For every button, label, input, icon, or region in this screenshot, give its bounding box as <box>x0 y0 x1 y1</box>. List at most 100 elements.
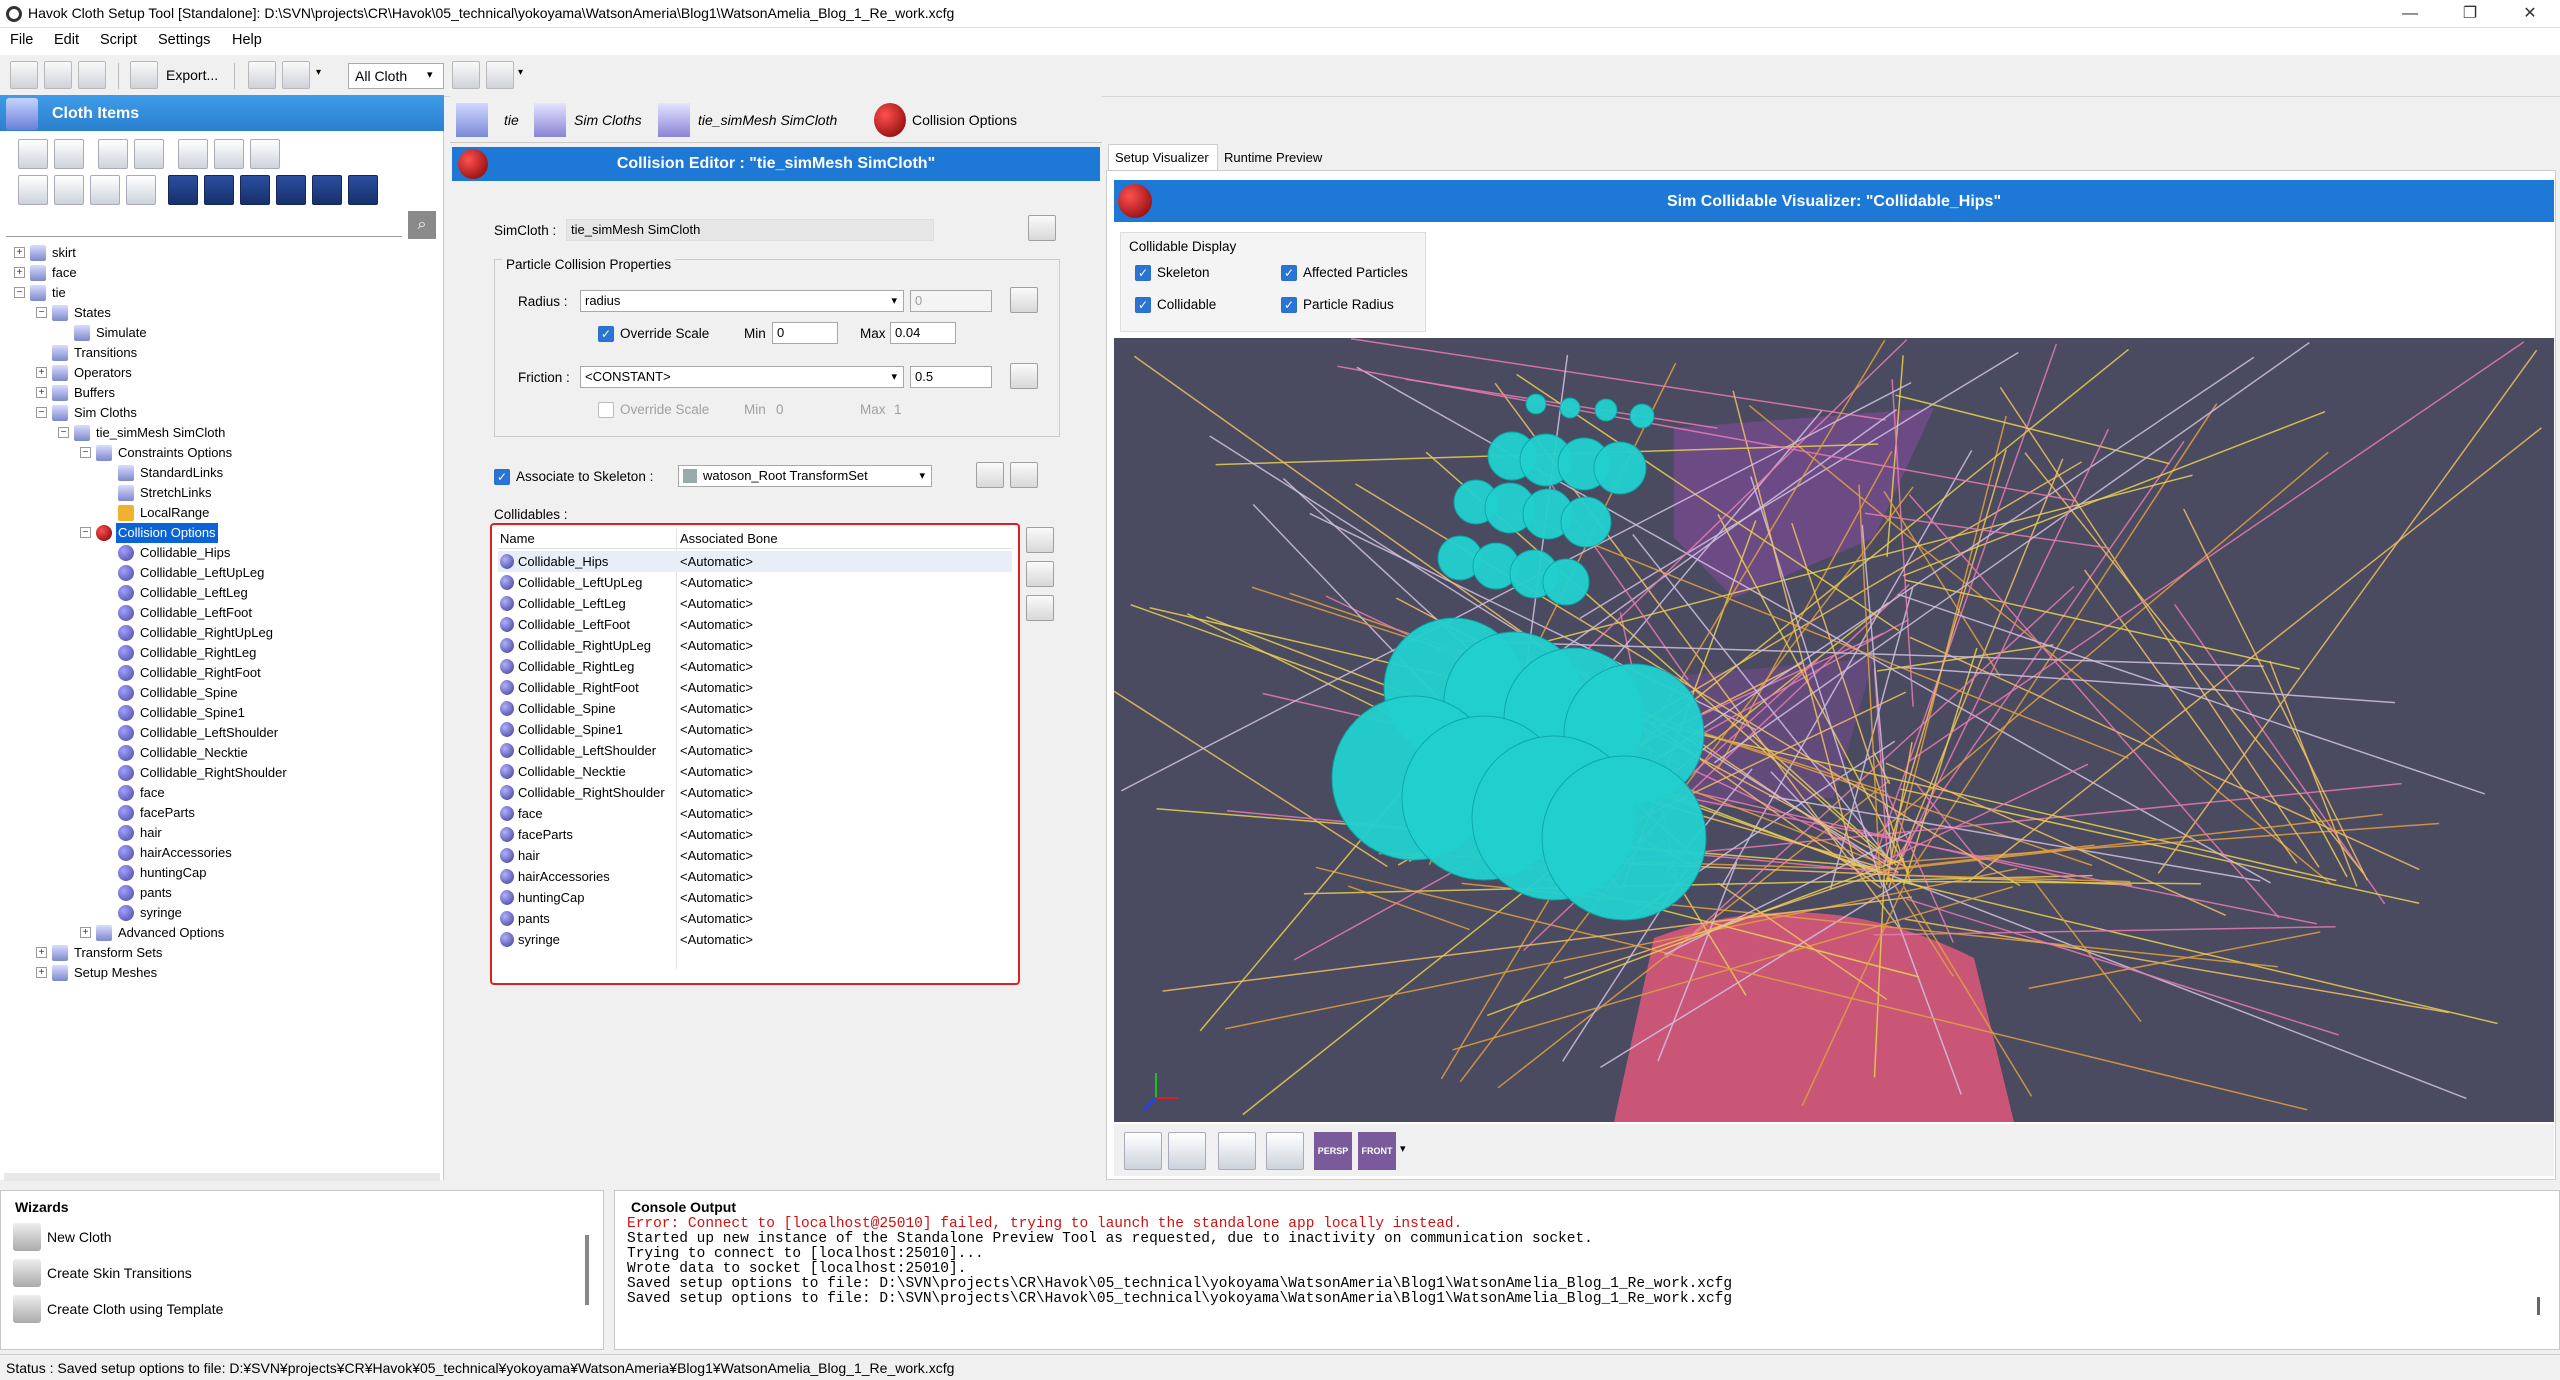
associate-skeleton-checkbox[interactable]: ✓ <box>494 469 510 485</box>
tree-expander-icon[interactable]: − <box>80 447 91 458</box>
folder-icon[interactable] <box>44 61 72 89</box>
open-icon[interactable] <box>10 61 38 89</box>
view-eye-icon[interactable] <box>276 175 306 205</box>
view-eye-icon[interactable] <box>348 175 378 205</box>
collidable-row[interactable]: Collidable_LeftFoot <Automatic> <box>498 614 1012 635</box>
tree-scrollbar[interactable] <box>4 1173 440 1181</box>
list-icon[interactable] <box>126 175 156 205</box>
wizard-new-cloth[interactable]: New Cloth <box>47 1229 112 1245</box>
delete-icon[interactable] <box>250 139 280 169</box>
export-icon[interactable] <box>130 61 158 89</box>
friction-select[interactable]: <CONSTANT> ▾ <box>580 366 904 388</box>
menu-script[interactable]: Script <box>100 32 137 48</box>
close-button[interactable]: ✕ <box>2500 2 2560 26</box>
skeleton-checkbox[interactable]: ✓ <box>1135 265 1151 281</box>
monitor-icon[interactable] <box>486 61 514 89</box>
collidable-row[interactable]: Collidable_Spine1 <Automatic> <box>498 719 1012 740</box>
edit-collidable-icon[interactable] <box>1026 561 1054 587</box>
minimize-button[interactable]: — <box>2380 2 2440 26</box>
collidable-row[interactable]: Collidable_RightLeg <Automatic> <box>498 656 1012 677</box>
column-bone-header[interactable]: Associated Bone <box>680 531 778 546</box>
tree-expander-icon[interactable]: + <box>36 967 47 978</box>
tab-runtime-preview[interactable]: Runtime Preview <box>1224 150 1322 165</box>
cloth-view-icon[interactable] <box>1218 1132 1256 1170</box>
collidable-row[interactable]: face <Automatic> <box>498 803 1012 824</box>
column-name-header[interactable]: Name <box>500 531 535 546</box>
override-scale-checkbox[interactable]: ✓ <box>598 326 614 342</box>
menu-settings[interactable]: Settings <box>158 32 210 48</box>
collidable-row[interactable]: Collidable_Spine <Automatic> <box>498 698 1012 719</box>
save-icon[interactable] <box>78 61 106 89</box>
collidable-row[interactable]: hair <Automatic> <box>498 845 1012 866</box>
collidable-row[interactable]: syringe <Automatic> <box>498 929 1012 950</box>
redo-icon[interactable] <box>54 139 84 169</box>
radius-settings-icon[interactable] <box>1010 287 1038 313</box>
persp-button[interactable]: PERSP <box>1314 1132 1352 1170</box>
reset-view-icon[interactable] <box>1124 1132 1162 1170</box>
collidable-checkbox[interactable]: ✓ <box>1135 297 1151 313</box>
collidable-row[interactable]: Collidable_RightUpLeg <Automatic> <box>498 635 1012 656</box>
max-input[interactable]: 0.04 <box>890 322 956 344</box>
friction-settings-icon[interactable] <box>1010 363 1038 389</box>
wizards-scrollbar[interactable] <box>585 1235 589 1305</box>
collidable-row[interactable]: Collidable_RightShoulder <Automatic> <box>498 782 1012 803</box>
tree-expander-icon[interactable]: − <box>36 407 47 418</box>
search-icon[interactable]: ⌕ <box>408 211 436 239</box>
cloth-icon[interactable] <box>18 175 48 205</box>
breadcrumb-sim-cloths[interactable]: Sim Cloths <box>574 112 642 128</box>
tree-search-input[interactable] <box>6 213 402 237</box>
wizard-create-skin-transitions[interactable]: Create Skin Transitions <box>47 1265 192 1281</box>
edit-multi-icon[interactable] <box>282 61 310 89</box>
gear-icon[interactable] <box>98 139 128 169</box>
tree-expander-icon[interactable]: + <box>36 387 47 398</box>
new-item-icon[interactable] <box>134 139 164 169</box>
tree-expander-icon[interactable]: − <box>36 307 47 318</box>
view-eye-icon[interactable] <box>168 175 198 205</box>
collidable-row[interactable]: Collidable_LeftUpLeg <Automatic> <box>498 572 1012 593</box>
front-button[interactable]: FRONT <box>1358 1132 1396 1170</box>
maximize-button[interactable]: ❐ <box>2440 2 2500 26</box>
breadcrumb-tie[interactable]: tie <box>504 112 519 128</box>
edit-icon[interactable] <box>248 61 276 89</box>
tree-expander-icon[interactable]: + <box>36 947 47 958</box>
chevron-down-icon[interactable]: ▾ <box>518 67 523 78</box>
undo-icon[interactable] <box>18 139 48 169</box>
collidable-row[interactable]: Collidable_LeftShoulder <Automatic> <box>498 740 1012 761</box>
select-simcloth-icon[interactable] <box>1028 215 1056 241</box>
view-eye-icon[interactable] <box>312 175 342 205</box>
particle-radius-checkbox[interactable]: ✓ <box>1281 297 1297 313</box>
3d-viewport[interactable] <box>1114 338 2554 1122</box>
skeleton-select[interactable]: watoson_Root TransformSet ▾ <box>678 465 932 487</box>
tree-expander-icon[interactable]: + <box>14 267 25 278</box>
collidable-row[interactable]: Collidable_Hips <Automatic> <box>498 551 1012 572</box>
view-eye-icon[interactable] <box>204 175 234 205</box>
menu-edit[interactable]: Edit <box>54 32 79 48</box>
warning-icon[interactable] <box>452 61 480 89</box>
collidable-row[interactable]: huntingCap <Automatic> <box>498 887 1012 908</box>
down-arrow-icon[interactable] <box>1168 1132 1206 1170</box>
view-eye-icon[interactable] <box>240 175 270 205</box>
tree-expander-icon[interactable]: − <box>80 527 91 538</box>
breadcrumb-simcloth[interactable]: tie_simMesh SimCloth <box>698 112 837 128</box>
tree-expander-icon[interactable]: + <box>80 927 91 938</box>
collidable-row[interactable]: Collidable_RightFoot <Automatic> <box>498 677 1012 698</box>
friction-number-input[interactable]: 0.5 <box>910 366 992 388</box>
tree-expander-icon[interactable]: + <box>36 367 47 378</box>
cloth-filter-select[interactable]: All Cloth ▾ <box>348 63 444 89</box>
override-scale-2-checkbox[interactable] <box>598 402 614 418</box>
tree-expander-icon[interactable]: − <box>14 287 25 298</box>
edit-skeleton-icon[interactable] <box>1010 462 1038 488</box>
affected-particles-checkbox[interactable]: ✓ <box>1281 265 1297 281</box>
operator-icon[interactable] <box>54 175 84 205</box>
buffer-icon[interactable] <box>90 175 120 205</box>
chevron-down-icon[interactable]: ▾ <box>316 67 321 78</box>
collidable-row[interactable]: Collidable_LeftLeg <Automatic> <box>498 593 1012 614</box>
collidable-row[interactable]: pants <Automatic> <box>498 908 1012 929</box>
chevron-down-icon[interactable]: ▾ <box>1400 1142 1406 1155</box>
radius-select[interactable]: radius ▾ <box>580 290 904 312</box>
console-scrollbar[interactable] <box>2537 1297 2540 1315</box>
export-button[interactable]: Export... <box>166 67 218 83</box>
collidable-row[interactable]: faceParts <Automatic> <box>498 824 1012 845</box>
breadcrumb-collision-options[interactable]: Collision Options <box>912 112 1017 128</box>
tree-expander-icon[interactable]: − <box>58 427 69 438</box>
